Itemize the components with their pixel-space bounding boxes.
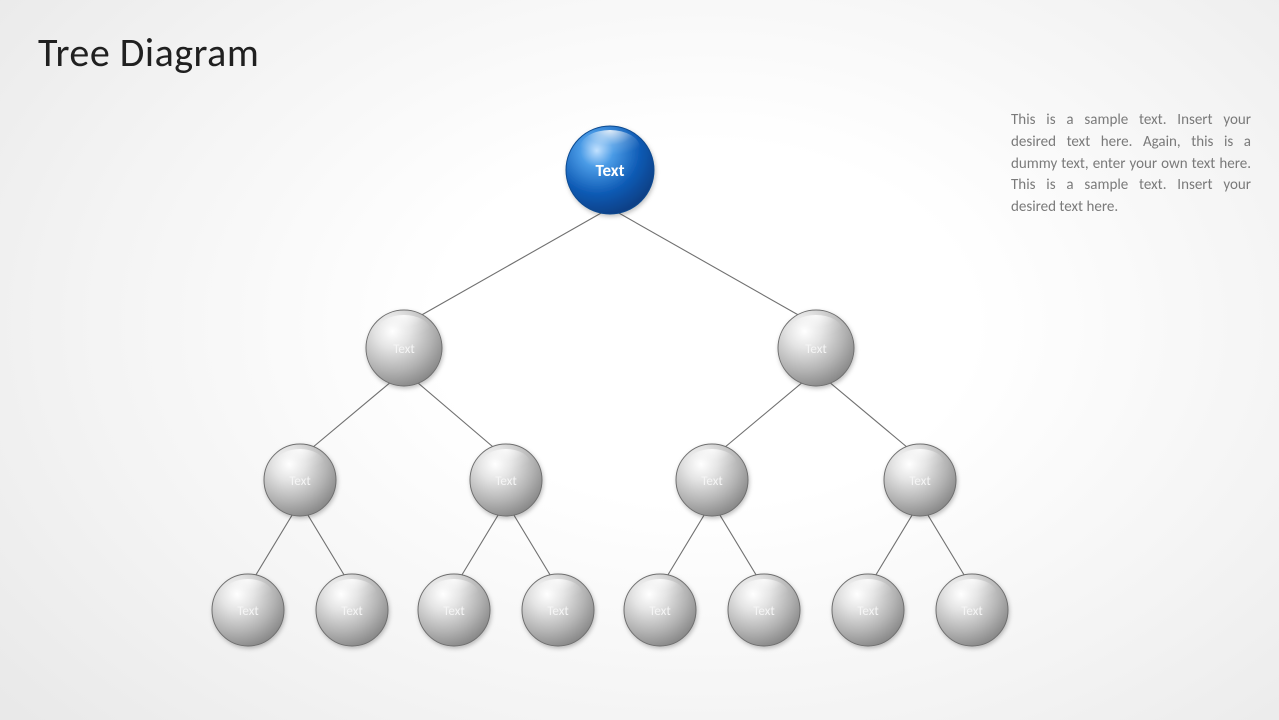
tree-node-l2-0: Text: [366, 310, 442, 386]
tree-node-l4-1: Text: [316, 574, 388, 646]
tree-node-l3-0-label: Text: [289, 474, 311, 489]
tree-node-l4-6: Text: [832, 574, 904, 646]
tree-node-l3-1-label: Text: [495, 474, 517, 489]
tree-node-l4-7: Text: [936, 574, 1008, 646]
tree-node-root: Text: [566, 126, 654, 214]
tree-node-l4-5: Text: [728, 574, 800, 646]
tree-node-l2-1-label: Text: [805, 342, 827, 357]
tree-node-l4-3: Text: [522, 574, 594, 646]
tree-node-l4-2: Text: [418, 574, 490, 646]
tree-node-l2-0-label: Text: [393, 342, 415, 357]
tree-node-root-label: Text: [596, 160, 625, 181]
tree-node-l3-1: Text: [470, 444, 542, 516]
tree-node-l4-0: Text: [212, 574, 284, 646]
tree-diagram: Text Text Text Text Text Text: [0, 0, 1279, 720]
tree-node-l4-7-label: Text: [961, 604, 983, 619]
tree-node-l4-5-label: Text: [753, 604, 775, 619]
slide-stage: Tree Diagram This is a sample text. Inse…: [0, 0, 1279, 720]
tree-node-l3-2-label: Text: [701, 474, 723, 489]
tree-node-l3-3-label: Text: [909, 474, 931, 489]
tree-node-l2-1: Text: [778, 310, 854, 386]
connectors: [248, 208, 972, 588]
tree-node-l4-3-label: Text: [547, 604, 569, 619]
tree-node-l3-2: Text: [676, 444, 748, 516]
tree-node-l4-4-label: Text: [649, 604, 671, 619]
tree-node-l4-2-label: Text: [443, 604, 465, 619]
tree-node-l4-6-label: Text: [857, 604, 879, 619]
tree-node-l4-1-label: Text: [341, 604, 363, 619]
tree-node-l3-0: Text: [264, 444, 336, 516]
tree-node-l4-0-label: Text: [237, 604, 259, 619]
tree-node-l3-3: Text: [884, 444, 956, 516]
tree-node-l4-4: Text: [624, 574, 696, 646]
